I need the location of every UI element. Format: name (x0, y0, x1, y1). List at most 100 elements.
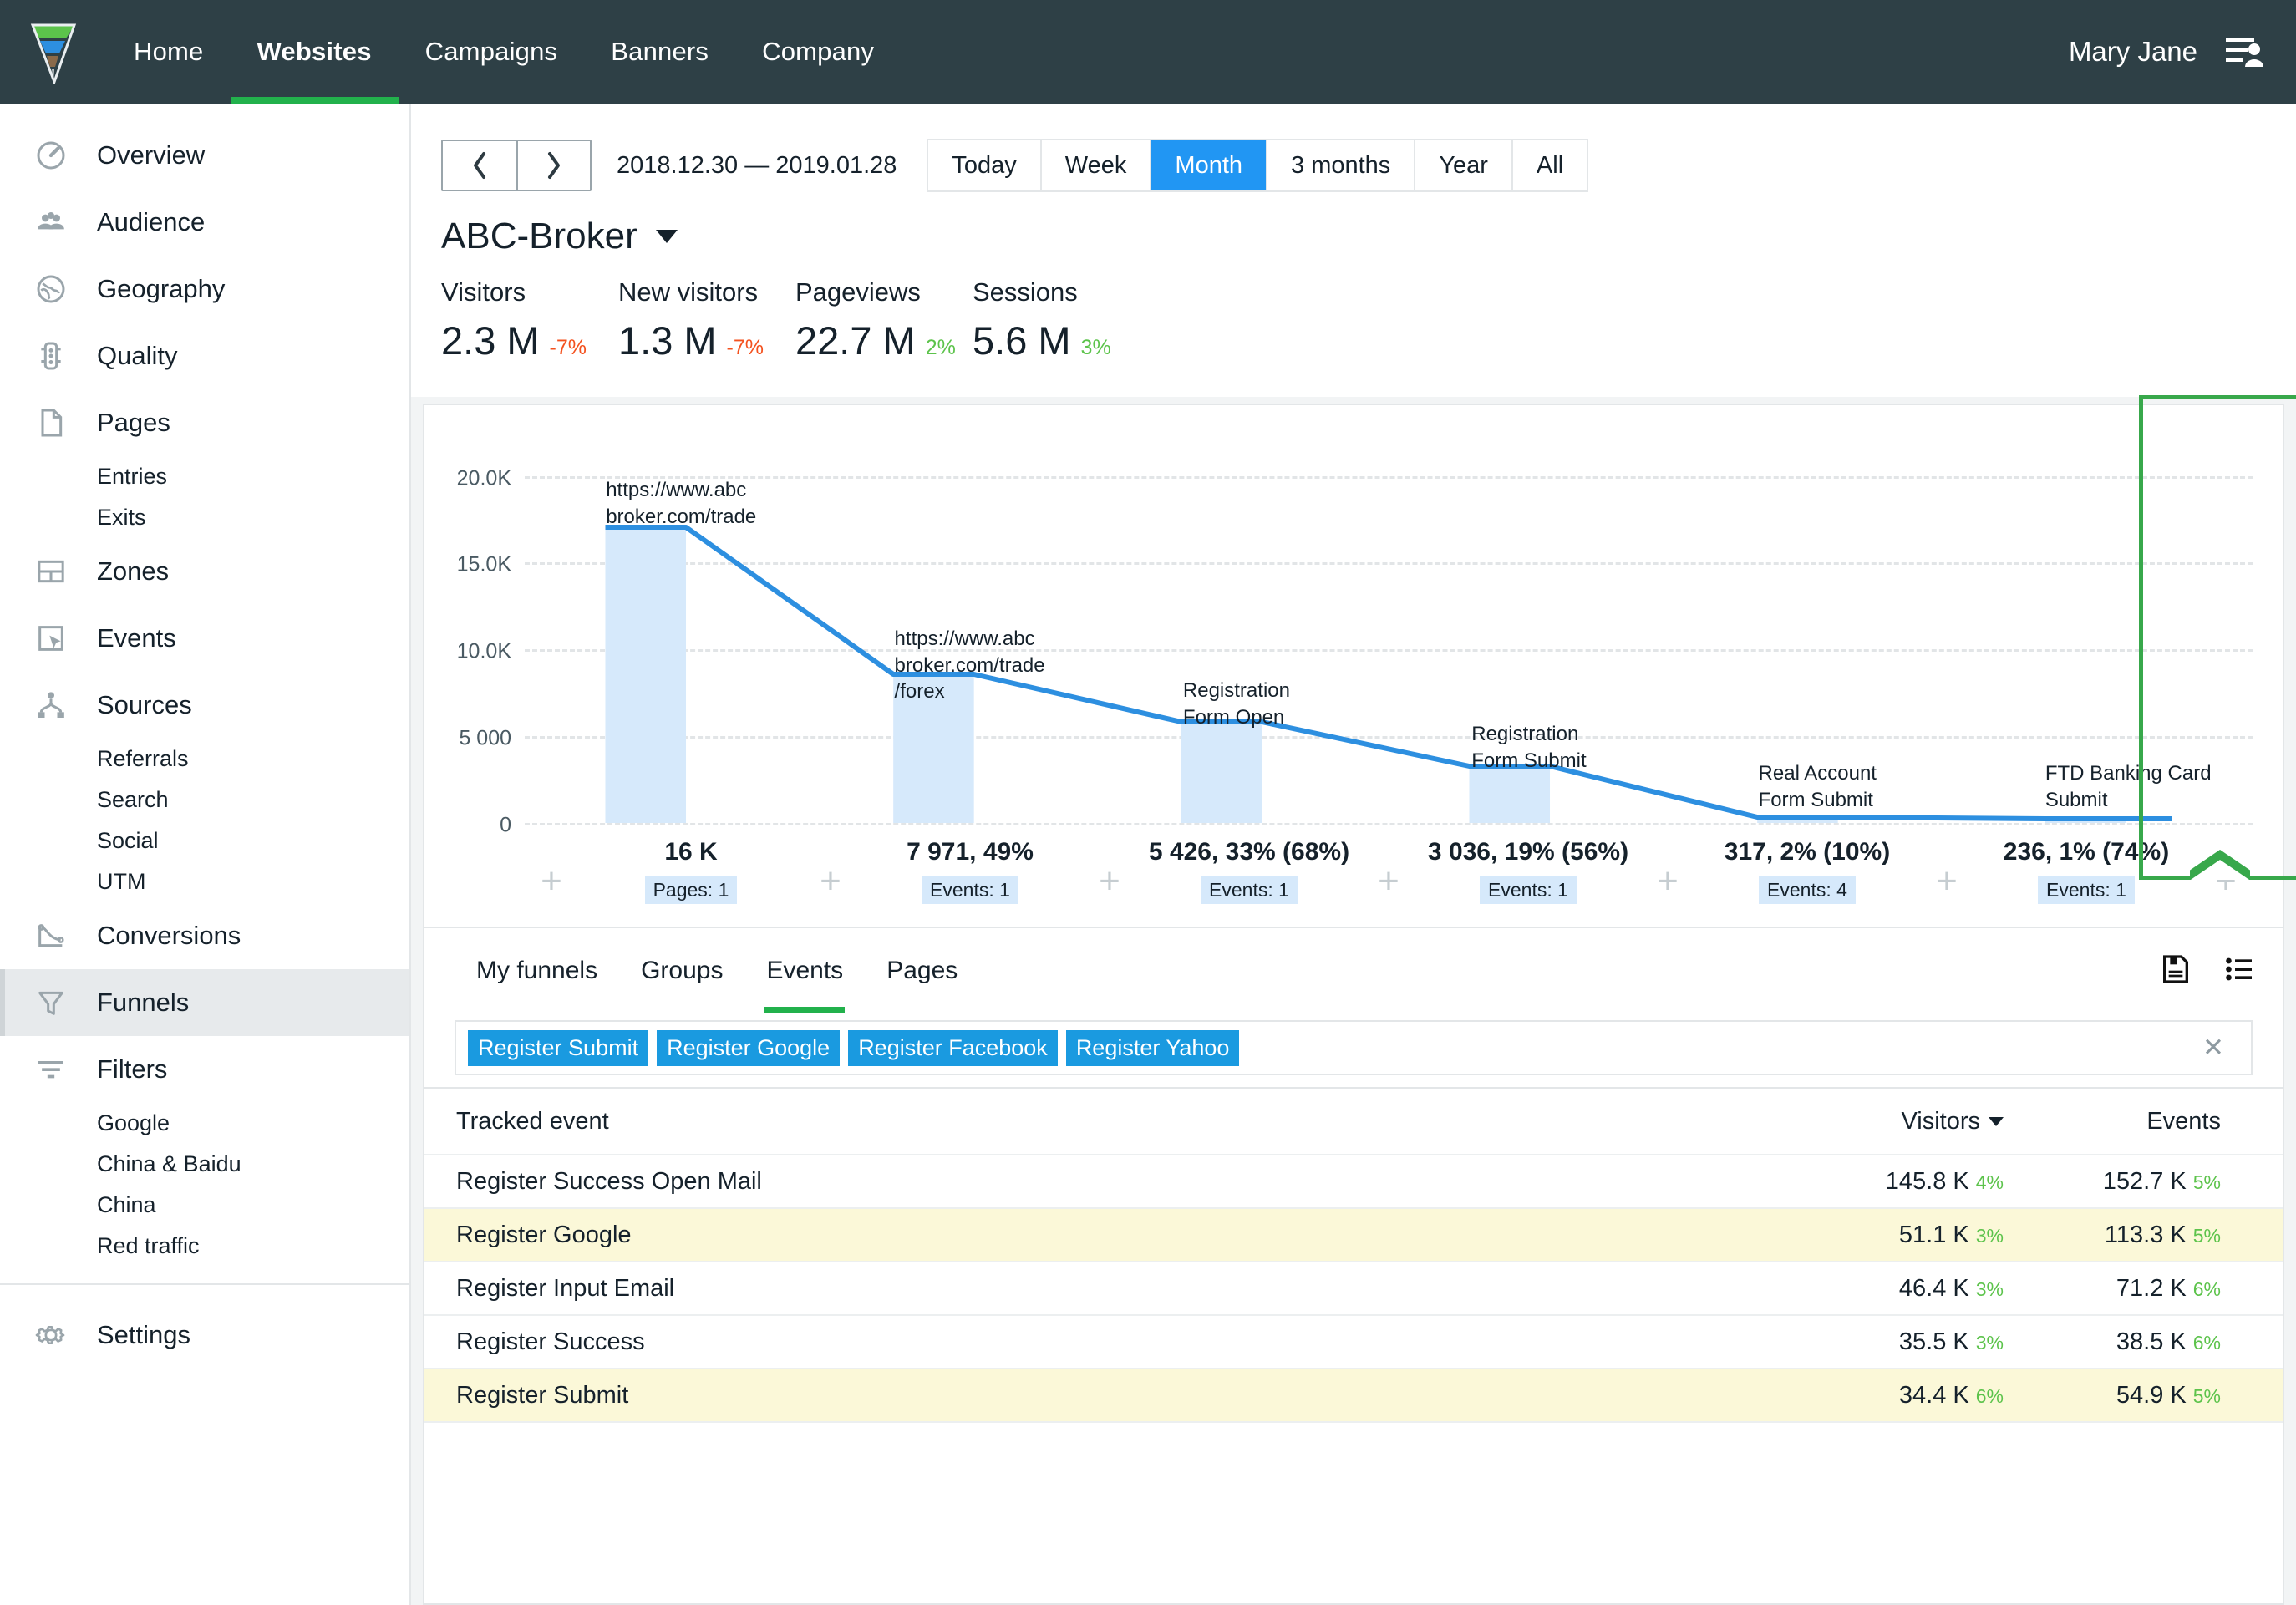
row-events: 54.9 K 5% (2004, 1382, 2221, 1409)
sidebar-item-label: Overview (97, 140, 206, 170)
row-visitors-pct: 3% (1975, 1224, 2004, 1247)
table-row[interactable]: Register Success 35.5 K 3% 38.5 K 6% (424, 1316, 2283, 1369)
column-header-tracked-event[interactable]: Tracked event (456, 1108, 1786, 1135)
sidebar-subitem-label: Social (97, 828, 159, 853)
app-logo[interactable] (0, 0, 107, 104)
tab-events[interactable]: Events (744, 928, 865, 1013)
sidebar-item-overview[interactable]: Overview (0, 122, 409, 189)
period-label: Today (952, 151, 1017, 179)
sidebar-subitem-label: UTM (97, 869, 146, 894)
analytics-app: Home Websites Campaigns Banners Company … (0, 0, 2296, 1605)
list-icon[interactable] (2222, 952, 2256, 990)
sidebar-item-conversions[interactable]: Conversions (0, 902, 409, 969)
sidebar-item-referrals[interactable]: Referrals (0, 739, 409, 780)
step-label-4: Registration Form Submit (1471, 723, 1587, 772)
period-today[interactable]: Today (928, 140, 1040, 190)
period-label: All (1536, 151, 1564, 179)
date-range-label[interactable]: 2018.12.30 — 2019.01.28 (617, 152, 897, 180)
nav-item-banners[interactable]: Banners (584, 0, 735, 104)
y-tick-label: 15.0K (456, 552, 511, 576)
period-label: Year (1439, 151, 1488, 179)
column-header-events[interactable]: Events (2004, 1108, 2221, 1135)
funnel-step-5[interactable]: 317, 2% (10%) Events: 4 (1694, 823, 1920, 904)
funnel-logo-icon (30, 23, 77, 84)
user-list-icon[interactable] (2226, 35, 2264, 69)
sidebar-item-settings[interactable]: Settings (0, 1302, 409, 1369)
sidebar-item-sources[interactable]: Sources (0, 672, 409, 739)
sidebar-item-events[interactable]: Events (0, 605, 409, 672)
sidebar-item-entries[interactable]: Entries (0, 456, 409, 497)
period-3-months[interactable]: 3 months (1266, 140, 1415, 190)
sidebar-item-social[interactable]: Social (0, 820, 409, 861)
next-period-button[interactable] (516, 141, 590, 190)
table-row[interactable]: Register Success Open Mail 145.8 K 4% 152… (424, 1155, 2283, 1209)
funnel-icon (32, 983, 70, 1022)
table-row[interactable]: Register Submit 34.4 K 6% 54.9 K 5% (424, 1369, 2283, 1423)
sidebar-item-utm[interactable]: UTM (0, 861, 409, 902)
add-step-1[interactable]: + (804, 823, 857, 900)
row-visitors: 34.4 K 6% (1786, 1382, 2004, 1409)
nav-label: Banners (611, 37, 709, 66)
tab-pages[interactable]: Pages (865, 928, 979, 1013)
sidebar-item-pages[interactable]: Pages (0, 389, 409, 456)
sidebar-item-red-traffic[interactable]: Red traffic (0, 1226, 409, 1267)
user-name-label[interactable]: Mary Jane (2069, 36, 2197, 68)
nav-item-websites[interactable]: Websites (230, 0, 399, 104)
filter-chip[interactable]: Register Yahoo (1065, 1029, 1240, 1066)
sidebar-item-quality[interactable]: Quality (0, 323, 409, 389)
period-all[interactable]: All (1511, 140, 1587, 190)
tab-groups[interactable]: Groups (619, 928, 744, 1013)
cursor-click-icon (32, 619, 70, 658)
sidebar-item-funnels[interactable]: Funnels (0, 969, 409, 1036)
tab-my-funnels[interactable]: My funnels (455, 928, 619, 1013)
sidebar-item-filters[interactable]: Filters (0, 1036, 409, 1103)
funnel-step-2[interactable]: 7 971, 49% Events: 1 (857, 823, 1083, 904)
filter-chip[interactable]: Register Google (657, 1029, 841, 1066)
sidebar-item-exits[interactable]: Exits (0, 497, 409, 538)
prev-period-button[interactable] (443, 141, 516, 190)
add-step-2[interactable]: + (1083, 823, 1136, 900)
nav-item-company[interactable]: Company (735, 0, 901, 104)
row-events-value: 152.7 K (2102, 1167, 2187, 1195)
tabs-action-icons (2159, 952, 2256, 990)
funnel-step-3[interactable]: 5 426, 33% (68%) Events: 1 (1136, 823, 1362, 904)
add-step-5[interactable]: + (1920, 823, 1973, 900)
sidebar-item-google[interactable]: Google (0, 1103, 409, 1144)
sidebar-item-china-baidu[interactable]: China & Baidu (0, 1144, 409, 1185)
funnel-step-1[interactable]: 16 K Pages: 1 (578, 823, 804, 904)
column-header-visitors[interactable]: Visitors (1786, 1108, 2004, 1135)
funnel-step-4[interactable]: 3 036, 19% (56%) Events: 1 (1415, 823, 1641, 904)
period-week[interactable]: Week (1039, 140, 1151, 190)
row-events-pct: 6% (2192, 1331, 2221, 1354)
tab-label: Groups (641, 957, 724, 984)
period-month[interactable]: Month (1150, 140, 1267, 190)
sidebar-item-audience[interactable]: Audience (0, 189, 409, 256)
plus-icon: + (820, 861, 841, 902)
kpi-delta: -7% (549, 336, 587, 359)
sidebar-item-zones[interactable]: Zones (0, 538, 409, 605)
table-row[interactable]: Register Google 51.1 K 3% 113.3 K 5% (424, 1209, 2283, 1262)
funnel-step-6[interactable]: 236, 1% (74%) Events: 1 (1973, 823, 2199, 904)
kpi-label: Sessions (973, 277, 1078, 307)
site-selector[interactable]: ABC-Broker (441, 216, 2296, 257)
people-icon (32, 203, 70, 241)
add-step-3[interactable]: + (1362, 823, 1415, 900)
filter-chip[interactable]: Register Submit (468, 1029, 649, 1066)
nav-item-campaigns[interactable]: Campaigns (399, 0, 585, 104)
filter-chip[interactable]: Register Facebook (848, 1029, 1058, 1066)
nav-item-home[interactable]: Home (107, 0, 231, 104)
sidebar-item-geography[interactable]: Geography (0, 256, 409, 323)
period-year[interactable]: Year (1414, 140, 1511, 190)
sidebar-item-search[interactable]: Search (0, 780, 409, 820)
add-step-4[interactable]: + (1641, 823, 1694, 900)
row-events: 71.2 K 6% (2004, 1275, 2221, 1303)
add-step-6[interactable]: + (2199, 823, 2253, 900)
kpi-value-row: 5.6 M 3% (973, 317, 1150, 363)
clear-filters-icon[interactable]: ✕ (2202, 1033, 2239, 1063)
save-icon[interactable] (2159, 952, 2192, 990)
add-step-0[interactable]: + (525, 823, 578, 900)
filter-chips-input[interactable]: Register Submit Register Google Register… (455, 1020, 2253, 1075)
table-row[interactable]: Register Input Email 46.4 K 3% 71.2 K 6% (424, 1262, 2283, 1316)
column-label: Visitors (1901, 1107, 1980, 1135)
sidebar-item-china[interactable]: China (0, 1185, 409, 1226)
